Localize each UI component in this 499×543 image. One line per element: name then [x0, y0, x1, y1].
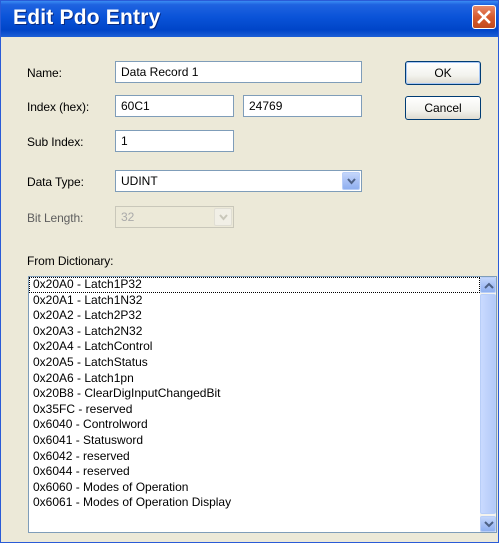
dictionary-item[interactable]: 0x20A2 - Latch2P32 [29, 308, 480, 324]
datatype-value: UDINT [121, 174, 158, 188]
dictionary-item[interactable]: 0x20A3 - Latch2N32 [29, 324, 480, 340]
datatype-select[interactable]: UDINT [115, 170, 362, 192]
scroll-up-button[interactable] [480, 277, 496, 293]
subindex-label: Sub Index: [27, 135, 84, 149]
title-bar[interactable]: Edit Pdo Entry [1, 1, 498, 37]
bitlength-select: 32 [115, 206, 234, 228]
dictionary-item[interactable]: 0x6060 - Modes of Operation [29, 480, 480, 496]
cancel-button[interactable]: Cancel [405, 96, 481, 120]
dictionary-item[interactable]: 0x6041 - Statusword [29, 433, 480, 449]
bitlength-label: Bit Length: [27, 211, 84, 225]
dictionary-item[interactable]: 0x20A4 - LatchControl [29, 339, 480, 355]
chevron-up-icon [484, 282, 494, 289]
scroll-thumb[interactable] [480, 294, 496, 514]
dictionary-item[interactable]: 0x6044 - reserved [29, 464, 480, 480]
dictionary-item[interactable]: 0x6061 - Modes of Operation Display [29, 495, 480, 511]
edit-pdo-entry-dialog: Edit Pdo Entry Name: Data Record 1 Index… [0, 0, 499, 543]
close-button[interactable] [472, 5, 496, 29]
dictionary-item[interactable]: 0x35FC - reserved [29, 402, 480, 418]
scroll-down-button[interactable] [480, 516, 496, 532]
subindex-field[interactable]: 1 [115, 130, 234, 152]
dialog-title: Edit Pdo Entry [13, 6, 161, 29]
index-label: Index (hex): [27, 100, 90, 114]
datatype-label: Data Type: [27, 175, 84, 189]
close-icon [477, 10, 491, 24]
dictionary-item[interactable]: 0x20A1 - Latch1N32 [29, 293, 480, 309]
name-field[interactable]: Data Record 1 [115, 61, 362, 83]
chevron-down-icon [347, 178, 356, 185]
dictionary-item[interactable]: 0x20A6 - Latch1pn [29, 371, 480, 387]
dictionary-item[interactable]: 0x6042 - reserved [29, 449, 480, 465]
dictionary-item[interactable]: 0x20B8 - ClearDigInputChangedBit [29, 386, 480, 402]
dictionary-list: 0x20A0 - Latch1P32 0x20A1 - Latch1N32 0x20… [29, 277, 480, 511]
index-dec-field[interactable]: 24769 [243, 95, 362, 117]
name-label: Name: [27, 66, 62, 80]
dictionary-item[interactable]: 0x20A0 - Latch1P32 [29, 277, 480, 293]
bitlength-value: 32 [121, 210, 135, 224]
dictionary-label: From Dictionary: [27, 254, 114, 268]
bitlength-dropdown-button [214, 208, 232, 226]
dictionary-listbox[interactable]: 0x20A0 - Latch1P32 0x20A1 - Latch1N32 0x20… [28, 276, 497, 533]
vertical-scrollbar[interactable] [480, 277, 496, 532]
ok-button[interactable]: OK [405, 61, 481, 85]
chevron-down-icon [219, 214, 228, 221]
dictionary-item[interactable]: 0x20A5 - LatchStatus [29, 355, 480, 371]
datatype-dropdown-button[interactable] [342, 172, 360, 190]
dictionary-item[interactable]: 0x6040 - Controlword [29, 417, 480, 433]
index-hex-field[interactable]: 60C1 [115, 95, 234, 117]
chevron-down-icon [484, 521, 494, 528]
